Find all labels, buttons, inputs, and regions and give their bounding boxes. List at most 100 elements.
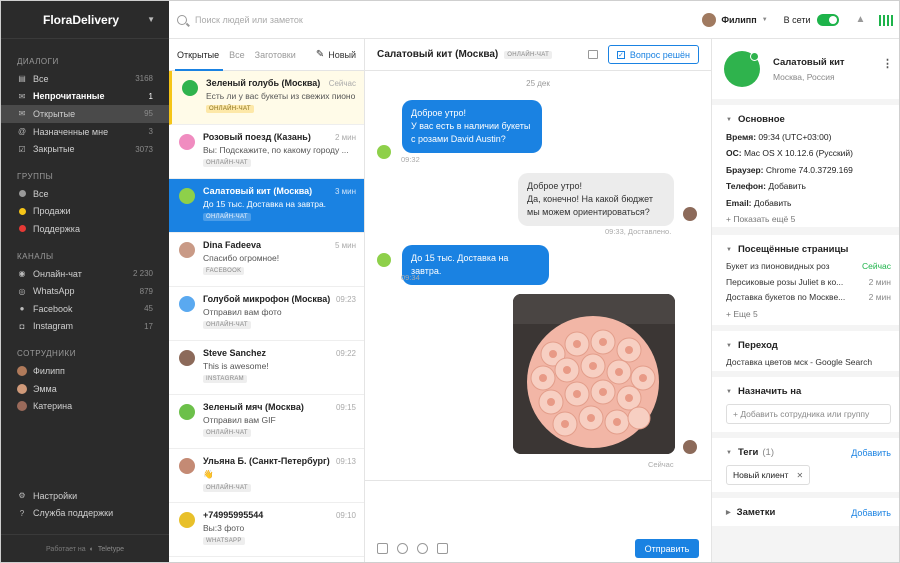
sidebar-item-assigned[interactable]: @ Назначенные мне 3 [1,123,169,141]
visited-page[interactable]: Доставка букетов по Москве... 2 мин [726,290,891,306]
section-toggle[interactable]: ▼ Посещённые страницы [726,235,891,259]
composer-tools [377,543,448,554]
channel-item-livechat[interactable]: ◉ Онлайн-чат 2 230 [1,265,169,283]
chat-title: Салатовый кит (Москва) [377,49,499,60]
bell-icon[interactable]: ▲ [855,14,867,26]
sidebar-item-all[interactable]: ▤ Все 3168 [1,70,169,88]
sidebar-item-closed[interactable]: ☑ Закрытые 3073 [1,140,169,158]
channel-badge: ОНЛАЙН-ЧАТ [203,484,251,492]
conversation-item[interactable]: Голубой микрофон (Москва) 09:23 Отправил… [169,287,364,341]
settings-link[interactable]: ⚙ Настройки [1,487,169,505]
channel-item-instagram[interactable]: ◘ Instagram 17 [1,318,169,336]
conversation-item[interactable]: Зеленый мяч (Москва) 09:15 Отправил вам … [169,395,364,449]
conversation-list: Открытые Все Заготовки ✎ Новый Зеленый г… [169,39,365,562]
staff-item-filipp[interactable]: Филипп [1,362,169,380]
resolve-button[interactable]: ✓ Вопрос решён [607,45,699,64]
group-item-sales[interactable]: Продажи [1,203,169,221]
channel-item-whatsapp[interactable]: ◎ WhatsApp 879 [1,282,169,300]
tab-open[interactable]: Открытые [177,50,219,60]
show-more-link[interactable]: + Показать ещё 5 [726,211,891,227]
staff-item-emma[interactable]: Эмма [1,380,169,398]
add-email-link[interactable]: Добавить [754,198,792,208]
attach-icon[interactable] [417,543,428,554]
triangle-down-icon: ▼ [726,342,732,349]
group-item-support[interactable]: Поддержка [1,220,169,238]
sidebar-item-open[interactable]: ✉ Открытые 95 [1,105,169,123]
conversation-item[interactable]: Розовый поезд (Казань) 2 мин Вы: Подскаж… [169,125,364,179]
list-tabs: Открытые Все Заготовки ✎ Новый [169,39,364,71]
triangle-down-icon: ▼ [726,449,732,456]
show-more-link[interactable]: + Еще 5 [726,306,891,322]
section-toggle[interactable]: ▼ Основное [726,105,891,129]
conversation-item[interactable]: Steve Sanchez 09:22 This is awesome! INS… [169,341,364,395]
section-toggle[interactable]: ▼ Переход [726,331,891,355]
message-image[interactable] [513,294,675,454]
facebook-icon: ● [19,304,25,314]
composer: Отправить [365,480,711,562]
section-toggle[interactable]: ▼ Теги (1) Добавить [726,438,891,462]
conversation-item[interactable]: Dina Fadeeva 5 мин Спасибо огромное! FAC… [169,233,364,287]
message-bubble: Доброе утро! У вас есть в наличии букеты… [402,100,542,153]
signal-icon[interactable] [878,14,893,26]
staff-item-katerina[interactable]: Катерина [1,397,169,415]
brand-name: FloraDelivery [43,12,120,27]
compose-icon: ✎ [315,49,325,60]
at-icon: @ [17,127,27,137]
emoji-icon[interactable] [397,543,408,554]
group-item-all[interactable]: Все [1,185,169,203]
sidebar-footer: ⚙ Настройки ? Служба поддержки [1,487,169,522]
avatar [377,253,391,267]
triangle-right-icon: ▶ [726,510,731,516]
instagram-icon: ◘ [19,321,25,331]
user-menu[interactable]: Филипп ▼ [702,12,768,27]
hash-icon[interactable] [377,543,388,554]
open-mail-icon: ✉ [18,109,26,119]
assign-input[interactable]: + Добавить сотрудника или группу [726,404,891,424]
section-toggle[interactable]: ▶ Заметки Добавить [726,498,891,522]
search-input[interactable] [195,14,395,25]
avatar [377,145,391,159]
group-dot-icon [18,225,26,233]
section-toggle[interactable]: ▼ Назначить на [726,377,891,401]
app-window: FloraDelivery ▼ ДИАЛОГИ ▤ Все 3168 ✉ Неп… [0,0,900,563]
online-status: В сети [784,13,839,26]
top-bar: Филипп ▼ В сети ▲ [169,1,899,39]
support-link[interactable]: ? Служба поддержки [1,505,169,523]
visited-page[interactable]: Персиковые розы Juliet в ко... 2 мин [726,275,891,291]
avatar [179,134,195,150]
gif-icon[interactable] [437,543,448,554]
channel-item-facebook[interactable]: ● Facebook 45 [1,300,169,318]
inbox-icon: ▤ [18,74,26,84]
contact-header: Салатовый кит Москва, Россия ⋮ [712,39,899,99]
conversation-item[interactable]: Зеленый голубь (Москва) Сейчас Есть ли у… [169,71,364,125]
add-note-link[interactable]: Добавить [851,508,891,518]
add-tag-link[interactable]: Добавить [851,448,891,458]
avatar [17,383,27,394]
rose-bouquet-photo [513,294,675,454]
tab-drafts[interactable]: Заготовки [255,50,296,60]
sidebar-item-unread[interactable]: ✉ Непрочитанные 1 [1,88,169,106]
more-vertical-icon[interactable]: ⋮ [882,57,893,70]
visited-page[interactable]: Букет из пионовидных роз Сейчас [726,259,891,275]
close-icon[interactable]: ✕ [796,471,803,480]
add-phone-link[interactable]: Добавить [768,181,806,191]
referrer-card: ▼ Переход Доставка цветов мск - Google Se… [712,331,899,371]
avatar [702,12,717,27]
group-dot-icon [18,190,26,198]
tab-all[interactable]: Все [229,50,245,60]
archive-icon[interactable] [587,50,598,59]
visited-pages-card: ▼ Посещённые страницы Букет из пионовидны… [712,235,899,325]
new-conversation-button[interactable]: ✎ Новый [316,49,356,60]
powered-by[interactable]: Работает на ◐ Teletype [1,534,169,562]
avatar [179,404,195,420]
conversation-item[interactable]: +74995995544 09:10 Вы:3 фото WHATSAPP [169,503,364,557]
message-input[interactable] [375,489,701,529]
workspace-switcher[interactable]: FloraDelivery ▼ [1,1,169,39]
avatar [179,188,195,204]
online-toggle[interactable] [816,13,839,26]
gear-icon: ⚙ [18,491,26,501]
conversation-item[interactable]: Ульяна Б. (Санкт-Петербург) 09:13 👋 ОНЛА… [169,449,364,503]
channel-badge: ОНЛАЙН-ЧАТ [203,321,251,329]
conversation-item[interactable]: Салатовый кит (Москва) 3 мин До 15 тыс. … [169,179,364,233]
send-button[interactable]: Отправить [635,539,699,558]
